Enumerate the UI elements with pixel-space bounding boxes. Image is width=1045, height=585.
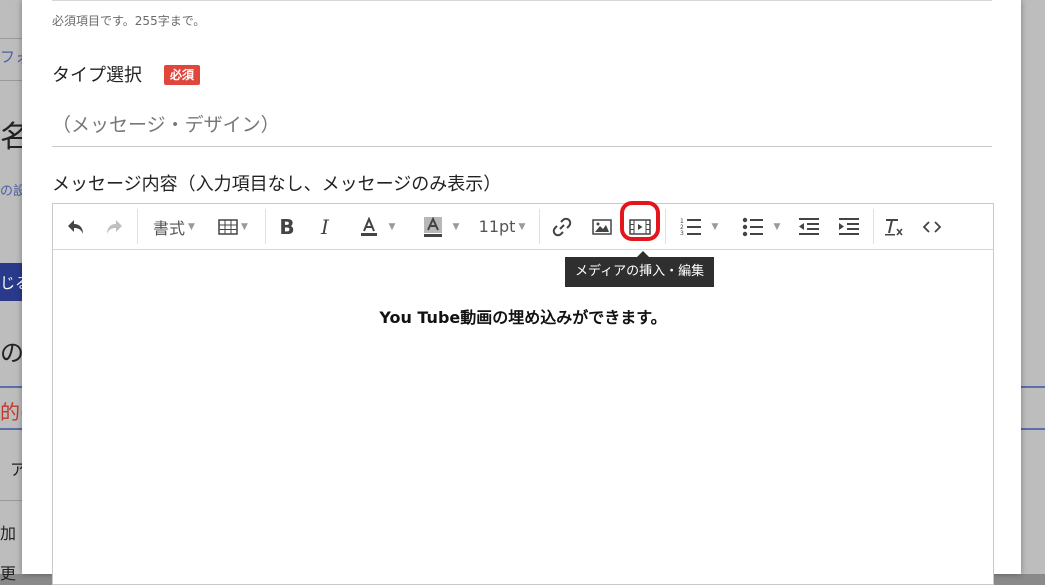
undo-button[interactable] bbox=[61, 210, 91, 243]
bg-fragment-3: の設 bbox=[0, 184, 22, 199]
bold-icon: B bbox=[279, 214, 295, 239]
undo-icon bbox=[68, 219, 83, 234]
name-field-underline bbox=[52, 0, 992, 1]
bg-fragment-6: 的の bbox=[0, 400, 22, 424]
clear-format-icon bbox=[885, 218, 903, 235]
type-select-label: タイプ選択 bbox=[52, 65, 142, 86]
format-label: 書式 bbox=[153, 218, 186, 238]
bold-button[interactable]: B bbox=[273, 210, 301, 243]
editor-toolbar: 書式 ▼ ▼ B I ▼ ▼ 11pt ▼ 1 2 3 ▼ ▼ bbox=[53, 201, 993, 250]
link-icon bbox=[552, 217, 572, 236]
bullet-list-button[interactable]: ▼ bbox=[733, 210, 789, 243]
outdent-icon bbox=[799, 217, 819, 235]
link-button[interactable] bbox=[547, 210, 577, 243]
clear-format-button[interactable] bbox=[879, 210, 909, 243]
bg-divider bbox=[0, 38, 22, 39]
toolbar-separator bbox=[665, 209, 666, 244]
chevron-down-icon: ▼ bbox=[241, 221, 248, 232]
table-button[interactable]: ▼ bbox=[211, 210, 255, 243]
type-select[interactable]: （メッセージ・デザイン） bbox=[52, 110, 280, 137]
text-color-icon bbox=[360, 216, 377, 236]
type-select-underline bbox=[52, 146, 992, 147]
svg-text:3: 3 bbox=[680, 230, 684, 237]
table-icon bbox=[218, 218, 238, 235]
required-badge: 必須 bbox=[164, 65, 201, 85]
redo-icon bbox=[107, 219, 122, 234]
chevron-down-icon: ▼ bbox=[188, 221, 195, 232]
bg-divider bbox=[0, 80, 22, 81]
chevron-down-icon: ▼ bbox=[518, 221, 526, 232]
name-field-help: 必須項目です。255字まで。 bbox=[52, 14, 206, 28]
indent-button[interactable] bbox=[833, 210, 865, 243]
background-color-icon bbox=[423, 216, 442, 237]
bg-rule bbox=[1021, 386, 1045, 388]
bg-rule bbox=[1021, 428, 1045, 430]
media-tooltip: メディアの挿入・編集 bbox=[565, 251, 715, 287]
bg-fragment-2: 名 bbox=[0, 120, 22, 155]
chevron-down-icon: ▼ bbox=[773, 221, 781, 232]
chevron-down-icon: ▼ bbox=[711, 221, 719, 232]
message-content-label: メッセージ内容（入力項目なし、メッセージのみ表示） bbox=[52, 174, 502, 195]
bg-button: じる bbox=[0, 263, 22, 301]
italic-button[interactable]: I bbox=[311, 210, 339, 243]
toolbar-separator bbox=[265, 209, 266, 244]
toolbar-separator bbox=[539, 209, 540, 244]
bg-fragment-1: フォ bbox=[0, 48, 22, 66]
redo-button[interactable] bbox=[99, 210, 129, 243]
font-size-label: 11pt bbox=[478, 217, 516, 236]
chevron-down-icon: ▼ bbox=[388, 221, 396, 232]
outdent-button[interactable] bbox=[793, 210, 825, 243]
bg-fragment-4: じる bbox=[0, 274, 22, 292]
bg-rule bbox=[0, 428, 22, 430]
background-color-button[interactable]: ▼ bbox=[413, 210, 469, 243]
bg-divider bbox=[0, 500, 22, 501]
source-code-icon bbox=[922, 220, 942, 233]
text-color-button[interactable]: ▼ bbox=[349, 210, 405, 243]
toolbar-separator bbox=[137, 209, 138, 244]
image-button[interactable] bbox=[587, 210, 617, 243]
format-dropdown[interactable]: 書式 ▼ bbox=[143, 210, 205, 243]
message-edit-modal: 必須項目です。255字まで。 タイプ選択 必須 （メッセージ・デザイン） メッセ… bbox=[22, 0, 1021, 585]
italic-icon: I bbox=[321, 214, 329, 239]
source-code-button[interactable] bbox=[917, 210, 947, 243]
bg-rule bbox=[0, 386, 22, 388]
bullet-list-icon bbox=[742, 217, 763, 236]
indent-icon bbox=[839, 217, 859, 235]
rich-text-editor: 書式 ▼ ▼ B I ▼ ▼ 11pt ▼ 1 2 3 ▼ ▼ メディアの挿入・… bbox=[52, 201, 994, 585]
editor-content[interactable]: You Tube動画の埋め込みができます。 bbox=[53, 304, 993, 328]
bg-fragment-5: の bbox=[0, 339, 22, 367]
chevron-down-icon: ▼ bbox=[452, 221, 460, 232]
bg-fragment-9: 更 bbox=[0, 564, 17, 583]
bg-fragment-8: 加 bbox=[0, 524, 17, 543]
bg-fragment-7: ア bbox=[10, 460, 22, 479]
media-button-highlight bbox=[620, 201, 660, 241]
image-icon bbox=[592, 218, 612, 235]
numbered-list-icon: 123 bbox=[680, 218, 701, 237]
font-size-dropdown[interactable]: 11pt ▼ bbox=[473, 210, 531, 243]
toolbar-separator bbox=[873, 209, 874, 244]
numbered-list-button[interactable]: 123 ▼ bbox=[673, 210, 725, 243]
